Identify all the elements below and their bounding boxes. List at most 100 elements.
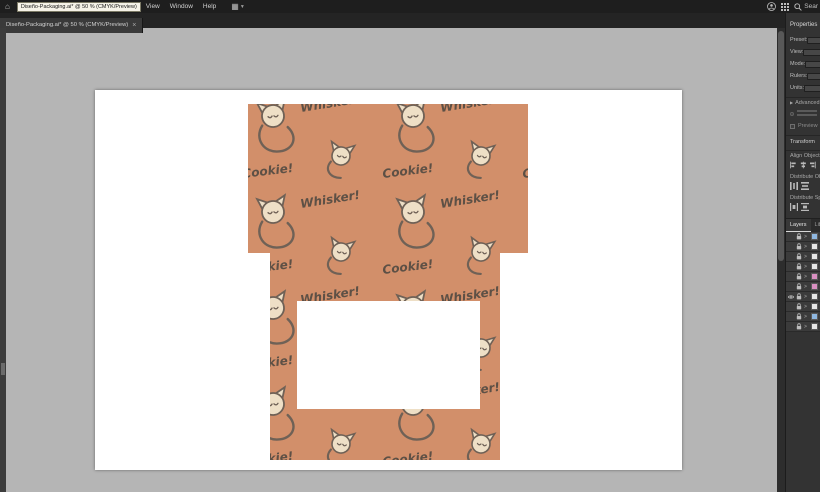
mode-dropdown[interactable] bbox=[805, 61, 820, 68]
panel-row-units: Units: bbox=[786, 82, 820, 94]
spacing-vertical-icon[interactable] bbox=[801, 203, 809, 211]
home-icon[interactable]: ⌂ bbox=[0, 2, 15, 11]
preset-label: Preset: bbox=[790, 37, 807, 43]
rulers-dropdown[interactable] bbox=[807, 73, 820, 80]
chevron-right-icon[interactable]: > bbox=[804, 314, 807, 320]
distribute-objects-label: Distribute Objects: bbox=[786, 172, 820, 181]
layer-row[interactable]: > bbox=[786, 322, 820, 332]
canvas[interactable]: Whisker! Cookie! bbox=[6, 28, 777, 492]
chevron-right-icon[interactable]: > bbox=[804, 304, 807, 310]
lock-icon[interactable] bbox=[796, 273, 802, 280]
distribute-objects-icons bbox=[786, 181, 820, 193]
advanced-toggle[interactable]: ▶Advanced bbox=[786, 97, 820, 107]
layer-thumbnail[interactable] bbox=[811, 253, 818, 260]
eye-icon[interactable] bbox=[788, 294, 794, 300]
layers-list: > > bbox=[786, 232, 820, 332]
layer-row[interactable]: > bbox=[786, 232, 820, 242]
layer-row[interactable]: > bbox=[786, 302, 820, 312]
distribute-vertical-icon[interactable] bbox=[801, 182, 809, 190]
vertical-scrollbar-thumb[interactable] bbox=[778, 31, 784, 261]
layer-row[interactable]: > bbox=[786, 292, 820, 302]
layer-thumbnail[interactable] bbox=[811, 313, 818, 320]
distribute-spacing-label: Distribute Spacing: bbox=[786, 193, 820, 202]
layer-row[interactable]: > bbox=[786, 272, 820, 282]
close-icon[interactable]: × bbox=[132, 22, 136, 29]
lock-icon[interactable] bbox=[796, 293, 802, 300]
chevron-right-icon[interactable]: > bbox=[804, 264, 807, 270]
chevron-right-icon[interactable]: > bbox=[804, 244, 807, 250]
preset-dropdown[interactable] bbox=[807, 37, 820, 44]
layer-row[interactable]: > bbox=[786, 252, 820, 262]
menu-window[interactable]: Window bbox=[165, 3, 198, 10]
align-right-icon[interactable] bbox=[809, 161, 816, 169]
lock-icon[interactable] bbox=[796, 233, 802, 240]
lock-icon[interactable] bbox=[796, 303, 802, 310]
layer-thumbnail[interactable] bbox=[811, 263, 818, 270]
layer-row[interactable]: > bbox=[786, 262, 820, 272]
lock-icon[interactable] bbox=[796, 323, 802, 330]
document-tab[interactable]: Diseño-Packaging.ai* @ 50 % (CMYK/Previe… bbox=[0, 18, 143, 33]
advanced-label: Advanced bbox=[795, 100, 819, 106]
layer-row[interactable]: > bbox=[786, 282, 820, 292]
layer-thumbnail[interactable] bbox=[811, 233, 818, 240]
layer-thumbnail[interactable] bbox=[811, 323, 818, 330]
panel-row-preset: Preset: bbox=[786, 34, 820, 46]
properties-panel: Properties Preset: View: Mode: Rulers: U… bbox=[785, 13, 820, 492]
chevron-right-icon[interactable]: > bbox=[804, 274, 807, 280]
lock-icon[interactable] bbox=[796, 243, 802, 250]
info-icon bbox=[790, 110, 794, 118]
align-objects-icons bbox=[786, 160, 820, 172]
lock-icon[interactable] bbox=[796, 313, 802, 320]
lock-icon[interactable] bbox=[796, 263, 802, 270]
distribute-spacing-icons bbox=[786, 202, 820, 214]
packaging-window-cutout[interactable] bbox=[297, 301, 480, 409]
workspace-switcher-icon[interactable]: ▦ bbox=[231, 2, 239, 11]
layer-thumbnail[interactable] bbox=[811, 243, 818, 250]
align-center-icon[interactable] bbox=[800, 161, 807, 169]
transform-header: Transform bbox=[786, 135, 820, 147]
tab-layers[interactable]: Layers bbox=[786, 219, 811, 232]
units-label: Units: bbox=[790, 85, 804, 91]
align-left-icon[interactable] bbox=[790, 161, 797, 169]
layer-thumbnail[interactable] bbox=[811, 293, 818, 300]
rulers-label: Rulers: bbox=[790, 73, 807, 79]
chevron-right-icon[interactable]: > bbox=[804, 254, 807, 260]
search-icon[interactable] bbox=[794, 3, 802, 11]
layer-row[interactable]: > bbox=[786, 312, 820, 322]
panel-row-mode: Mode: bbox=[786, 58, 820, 70]
tools-dock[interactable] bbox=[0, 28, 6, 492]
account-icon[interactable] bbox=[767, 2, 776, 11]
layer-row[interactable]: > bbox=[786, 242, 820, 252]
units-dropdown[interactable] bbox=[804, 85, 820, 92]
preview-checkbox[interactable] bbox=[790, 124, 795, 129]
layer-thumbnail[interactable] bbox=[811, 303, 818, 310]
dock-grip-handle[interactable] bbox=[1, 363, 5, 375]
mode-label: Mode: bbox=[790, 61, 805, 67]
artboard[interactable]: Whisker! Cookie! bbox=[95, 90, 682, 470]
lock-icon[interactable] bbox=[796, 283, 802, 290]
view-dropdown[interactable] bbox=[803, 49, 820, 56]
packaging-artwork[interactable]: Whisker! Cookie! bbox=[95, 90, 682, 470]
chevron-right-icon[interactable]: > bbox=[804, 284, 807, 290]
layer-thumbnail[interactable] bbox=[811, 283, 818, 290]
menu-help[interactable]: Help bbox=[198, 3, 221, 10]
layer-thumbnail[interactable] bbox=[811, 273, 818, 280]
spacing-horizontal-icon[interactable] bbox=[790, 203, 798, 211]
info-text-redacted bbox=[797, 110, 817, 118]
distribute-horizontal-icon[interactable] bbox=[790, 182, 798, 190]
chevron-right-icon[interactable]: > bbox=[804, 294, 807, 300]
panel-row-view: View: bbox=[786, 46, 820, 58]
align-objects-label: Align Objects: bbox=[786, 150, 820, 160]
tab-libraries[interactable]: Libraries bbox=[811, 219, 820, 232]
document-title-tooltip: Diseño-Packaging.ai* @ 50 % (CMYK/Previe… bbox=[17, 2, 141, 12]
apps-grid-icon[interactable] bbox=[781, 3, 789, 11]
lock-icon[interactable] bbox=[796, 253, 802, 260]
menu-view[interactable]: View bbox=[141, 3, 165, 10]
chevron-right-icon[interactable]: > bbox=[804, 324, 807, 330]
chevron-right-icon[interactable]: > bbox=[804, 234, 807, 240]
packaging-top-panel[interactable] bbox=[248, 104, 528, 253]
vertical-scrollbar[interactable] bbox=[777, 28, 785, 492]
search-label[interactable]: Sear bbox=[804, 3, 818, 10]
chevron-right-icon: ▶ bbox=[790, 100, 793, 105]
chevron-down-icon[interactable]: ▼ bbox=[240, 4, 245, 10]
